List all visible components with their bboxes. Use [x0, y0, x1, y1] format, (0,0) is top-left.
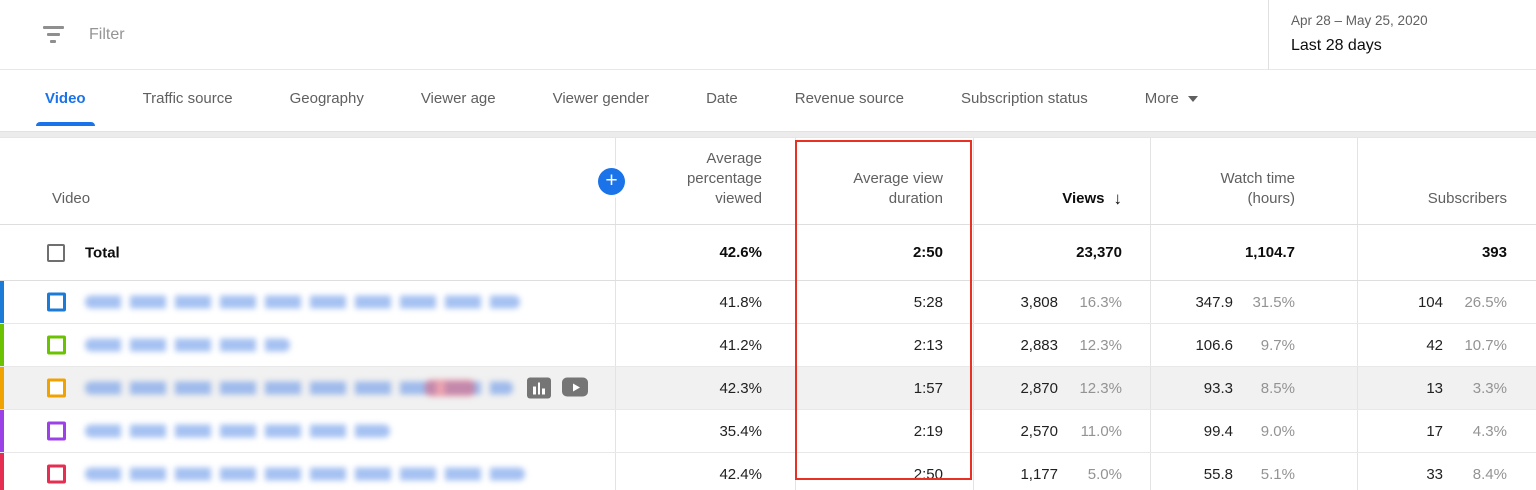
total-video-cell: Total	[0, 225, 615, 280]
tab-video[interactable]: Video	[36, 70, 95, 127]
total-watch-time: 1,104.7	[1150, 225, 1357, 280]
series-color-bar	[0, 367, 4, 409]
tab-date[interactable]: Date	[706, 70, 738, 127]
table-row: 42.4% 2:50 1,177 5.0% 55.8 5.1% 33 8.4%	[0, 453, 1536, 490]
row-checkbox[interactable]	[47, 378, 66, 398]
column-header-avg-percentage-viewed[interactable]: Average percentage viewed	[615, 138, 795, 224]
subscribers-cell: 17 4.3%	[1357, 410, 1536, 452]
avg-pct-cell: 42.4%	[615, 453, 795, 490]
youtube-play-icon[interactable]	[562, 377, 588, 397]
youtube-studio-analytics-page: Apr 28 – May 25, 2020 Last 28 days Video…	[0, 0, 1536, 490]
row-checkbox[interactable]	[47, 292, 66, 312]
subscribers-cell: 13 3.3%	[1357, 367, 1536, 409]
tab-subscription-status[interactable]: Subscription status	[961, 70, 1088, 127]
avg-pct-cell: 42.3%	[615, 367, 795, 409]
views-cell: 3,808 16.3%	[973, 281, 1150, 323]
video-cell	[0, 453, 615, 490]
tab-more[interactable]: More	[1145, 70, 1198, 127]
subscribers-cell: 104 26.5%	[1357, 281, 1536, 323]
avg-pct-cell: 41.2%	[615, 324, 795, 366]
series-color-bar	[0, 281, 4, 323]
video-title-blurred[interactable]	[85, 424, 390, 438]
video-cell	[0, 324, 615, 366]
filter-input[interactable]	[89, 25, 689, 44]
chevron-down-icon	[1187, 95, 1198, 102]
views-cell: 1,177 5.0%	[973, 453, 1150, 490]
table-row: 41.8% 5:28 3,808 16.3% 347.9 31.5% 104 26.5…	[0, 281, 1536, 324]
tab-viewer-gender[interactable]: Viewer gender	[553, 70, 649, 127]
table-top-divider	[0, 131, 1536, 138]
series-color-bar	[0, 324, 4, 366]
date-range-picker[interactable]: Apr 28 – May 25, 2020 Last 28 days	[1268, 0, 1536, 70]
table-row: 35.4% 2:19 2,570 11.0% 99.4 9.0% 17 4.3%	[0, 410, 1536, 453]
add-metric-button[interactable]: +	[598, 168, 625, 195]
video-cell	[0, 410, 615, 452]
video-cell	[0, 367, 615, 409]
views-cell: 2,870 12.3%	[973, 367, 1150, 409]
column-header-avg-view-duration[interactable]: Average view duration	[795, 138, 973, 224]
row-checkbox[interactable]	[47, 421, 66, 441]
row-hover-actions	[527, 377, 588, 399]
video-title-blurred[interactable]	[85, 467, 525, 481]
analytics-icon[interactable]	[527, 377, 551, 399]
total-views: 23,370	[973, 225, 1150, 280]
table-row-hovered: 42.3% 1:57 2,870 12.3% 93.3 8.5% 13 3.3%	[0, 367, 1536, 410]
avg-pct-cell: 35.4%	[615, 410, 795, 452]
dimension-tabs: Video Traffic source Geography Viewer ag…	[0, 70, 1536, 127]
subscribers-cell: 42 10.7%	[1357, 324, 1536, 366]
column-header-video[interactable]: Video +	[0, 138, 625, 224]
tab-traffic-source[interactable]: Traffic source	[143, 70, 233, 127]
row-checkbox[interactable]	[47, 335, 66, 355]
total-avg-duration: 2:50	[795, 225, 973, 280]
filter-bar: Apr 28 – May 25, 2020 Last 28 days	[0, 0, 1536, 70]
video-title-blurred[interactable]	[85, 295, 520, 309]
avg-duration-cell: 2:19	[795, 410, 973, 452]
avg-duration-cell: 2:13	[795, 324, 973, 366]
video-title-blurred[interactable]	[85, 379, 513, 397]
avg-duration-cell: 1:57	[795, 367, 973, 409]
watch-time-cell: 93.3 8.5%	[1150, 367, 1357, 409]
date-range-text: Apr 28 – May 25, 2020	[1291, 13, 1428, 28]
total-label: Total	[85, 244, 120, 261]
tab-geography[interactable]: Geography	[290, 70, 364, 127]
watch-time-cell: 347.9 31.5%	[1150, 281, 1357, 323]
watch-time-cell: 106.6 9.7%	[1150, 324, 1357, 366]
video-cell	[0, 281, 615, 323]
column-header-views-sorted[interactable]: Views ↓	[973, 138, 1150, 224]
watch-time-cell: 55.8 5.1%	[1150, 453, 1357, 490]
tab-more-label: More	[1144, 90, 1179, 107]
watch-time-cell: 99.4 9.0%	[1150, 410, 1357, 452]
total-row: Total 42.6% 2:50 23,370 1,104.7 393	[0, 225, 1536, 281]
views-cell: 2,570 11.0%	[973, 410, 1150, 452]
filter-icon[interactable]	[42, 26, 64, 43]
table-row: 41.2% 2:13 2,883 12.3% 106.6 9.7% 42 10.7%	[0, 324, 1536, 367]
series-color-bar	[0, 453, 4, 490]
avg-duration-cell: 5:28	[795, 281, 973, 323]
sort-desc-icon: ↓	[1113, 189, 1123, 208]
tab-viewer-age[interactable]: Viewer age	[421, 70, 496, 127]
blurred-highlighted-word	[425, 379, 475, 397]
row-checkbox[interactable]	[47, 464, 66, 484]
avg-pct-cell: 41.8%	[615, 281, 795, 323]
subscribers-cell: 33 8.4%	[1357, 453, 1536, 490]
views-cell: 2,883 12.3%	[973, 324, 1150, 366]
date-range-label: Last 28 days	[1291, 37, 1382, 54]
avg-duration-cell: 2:50	[795, 453, 973, 490]
column-header-subscribers[interactable]: Subscribers	[1357, 138, 1536, 224]
total-avg-pct: 42.6%	[615, 225, 795, 280]
series-color-bar	[0, 410, 4, 452]
select-all-checkbox[interactable]	[47, 243, 65, 262]
video-title-blurred[interactable]	[85, 338, 290, 352]
column-header-watch-time[interactable]: Watch time (hours)	[1150, 138, 1357, 224]
table-header: Video + Average percentage viewed Averag…	[0, 138, 1536, 225]
total-subscribers: 393	[1357, 225, 1536, 280]
tab-revenue-source[interactable]: Revenue source	[795, 70, 904, 127]
